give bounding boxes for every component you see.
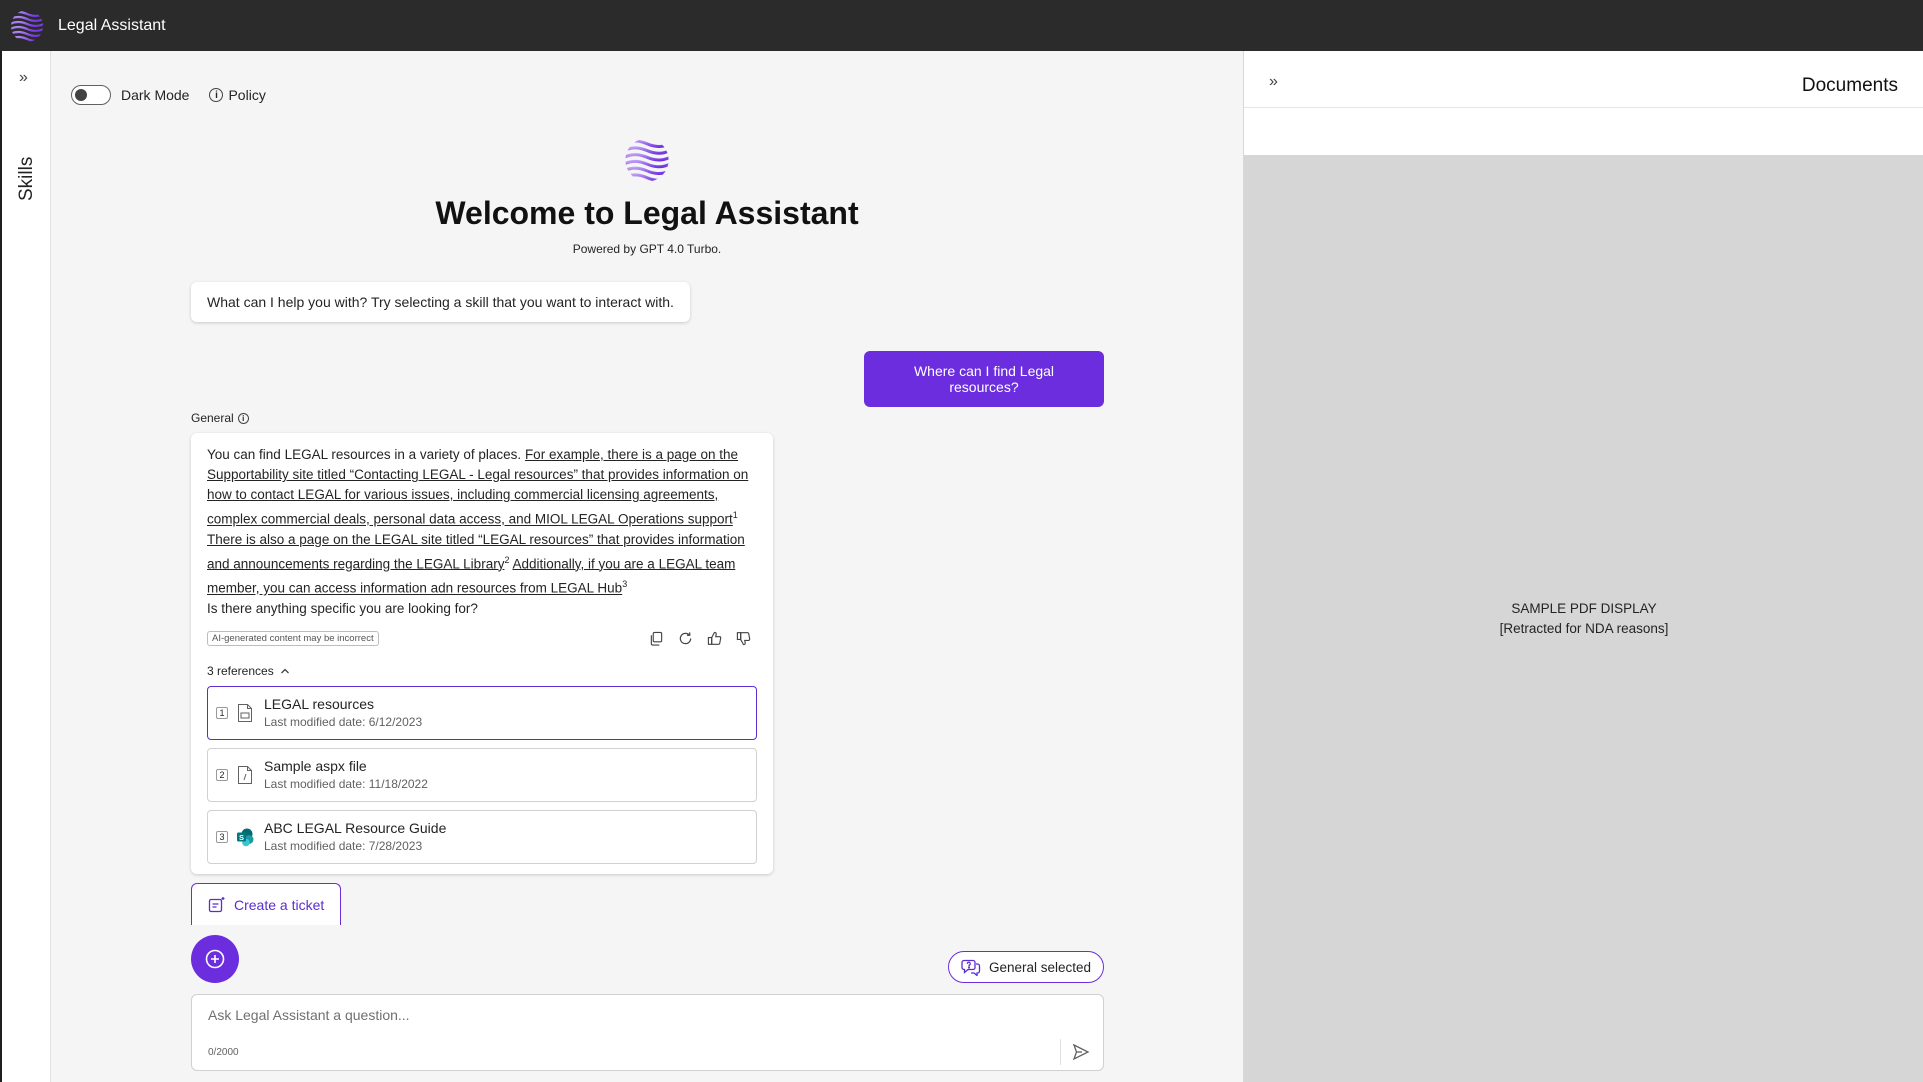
ai-disclaimer-badge: AI-generated content may be incorrect — [207, 630, 379, 646]
chat-add-icon — [205, 949, 225, 969]
send-icon[interactable] — [1072, 1043, 1090, 1061]
document-icon — [238, 703, 252, 722]
question-composer: 0/2000 — [191, 994, 1104, 1071]
answer-meta-row: AI-generated content may be incorrect — [207, 630, 757, 646]
expand-skills-chevron-icon[interactable]: » — [19, 69, 28, 87]
answer-actions — [649, 631, 751, 646]
pdf-viewer[interactable]: SAMPLE PDF DISPLAY [Retracted for NDA re… — [1244, 155, 1923, 1082]
bot-greeting-message: What can I help you with? Try selecting … — [191, 282, 690, 322]
skill-chip-label: General selected — [988, 959, 1092, 975]
powered-by-text: Powered by GPT 4.0 Turbo. — [572, 242, 722, 256]
skills-rail: » Skills — [0, 51, 51, 1082]
thumbs-up-icon[interactable] — [707, 631, 722, 646]
reference-number: 3 — [216, 830, 228, 843]
documents-title: Documents — [1801, 75, 1898, 96]
documents-panel: » Documents SAMPLE PDF DISPLAY [Retracte… — [1243, 51, 1923, 1082]
reference-item-2[interactable]: 2 Sample aspx file Last modified date: 1… — [207, 747, 757, 802]
reference-item-1[interactable]: 1 LEGAL resources Last modified date: 6/… — [207, 685, 757, 740]
policy-link[interactable]: i Policy — [209, 87, 266, 103]
user-message: Where can I find Legal resources? — [864, 351, 1104, 407]
pdf-placeholder-title: SAMPLE PDF DISPLAY — [1511, 600, 1657, 616]
regenerate-icon[interactable] — [678, 631, 693, 646]
reference-date: Last modified date: 6/12/2023 — [264, 715, 423, 729]
skill-name: General — [191, 411, 234, 425]
file-code-icon — [238, 765, 252, 784]
citation-marker[interactable]: 3 — [622, 579, 627, 589]
reference-number: 2 — [216, 768, 228, 781]
reference-title: Sample aspx file — [264, 758, 367, 774]
answer-closing: Is there anything specific you are looki… — [207, 600, 478, 616]
pdf-placeholder-note: [Retracted for NDA reasons] — [1499, 620, 1669, 636]
answer-skill-label: General i — [191, 411, 249, 425]
ticket-sparkle-icon — [208, 896, 225, 912]
collapse-documents-chevron-icon[interactable]: » — [1269, 73, 1278, 91]
reference-title: ABC LEGAL Resource Guide — [264, 820, 447, 836]
answer-text: You can find LEGAL resources in a variet… — [207, 445, 757, 619]
new-chat-button[interactable] — [191, 935, 239, 983]
references-count: 3 references — [207, 663, 274, 678]
top-bar: Legal Assistant — [0, 0, 1923, 51]
policy-label: Policy — [228, 87, 266, 103]
thumbs-down-icon[interactable] — [736, 631, 751, 646]
reference-date: Last modified date: 7/28/2023 — [264, 839, 423, 853]
character-counter: 0/2000 — [208, 1047, 239, 1058]
chevron-up-icon — [280, 668, 289, 673]
info-icon[interactable]: i — [237, 412, 249, 424]
references-toggle[interactable]: 3 references — [207, 664, 757, 678]
toggle-knob — [75, 89, 87, 101]
app-title: Legal Assistant — [58, 16, 166, 34]
bot-answer-card: You can find LEGAL resources in a variet… — [191, 433, 773, 874]
dark-mode-label: Dark Mode — [121, 87, 190, 103]
citation-marker[interactable]: 1 — [733, 510, 738, 520]
skills-rail-label[interactable]: Skills — [16, 157, 38, 201]
create-ticket-label: Create a ticket — [234, 896, 325, 913]
reference-date: Last modified date: 11/18/2022 — [264, 777, 428, 791]
reference-number: 1 — [216, 706, 228, 719]
welcome-title: Welcome to Legal Assistant — [435, 195, 859, 231]
documents-header-divider — [1244, 107, 1923, 108]
chat-main-area: Dark Mode i Policy Welcome to Legal Assi… — [51, 51, 1279, 1082]
legal-assistant-logo-icon — [11, 10, 43, 42]
answer-text-intro: You can find LEGAL resources in a variet… — [207, 447, 525, 462]
chat-toolbar: Dark Mode i Policy — [71, 85, 266, 105]
info-icon: i — [209, 88, 224, 102]
copy-icon[interactable] — [649, 631, 664, 646]
question-input[interactable] — [208, 1007, 1008, 1023]
welcome-hero: Welcome to Legal Assistant Powered by GP… — [51, 137, 1243, 256]
citation-marker[interactable]: 2 — [504, 555, 509, 565]
svg-text:S: S — [239, 832, 244, 841]
legal-assistant-logo-icon — [625, 139, 669, 182]
skill-selected-chip[interactable]: General selected — [948, 951, 1104, 983]
chat-help-icon — [961, 959, 981, 976]
create-ticket-button[interactable]: Create a ticket — [191, 883, 341, 925]
reference-item-3[interactable]: 3 S ABC LEGAL Resource Guide Last modifi… — [207, 809, 757, 864]
composer-divider — [1060, 1039, 1061, 1065]
dark-mode-toggle[interactable] — [71, 85, 111, 105]
reference-title: LEGAL resources — [264, 696, 374, 712]
sharepoint-icon: S — [237, 828, 254, 846]
